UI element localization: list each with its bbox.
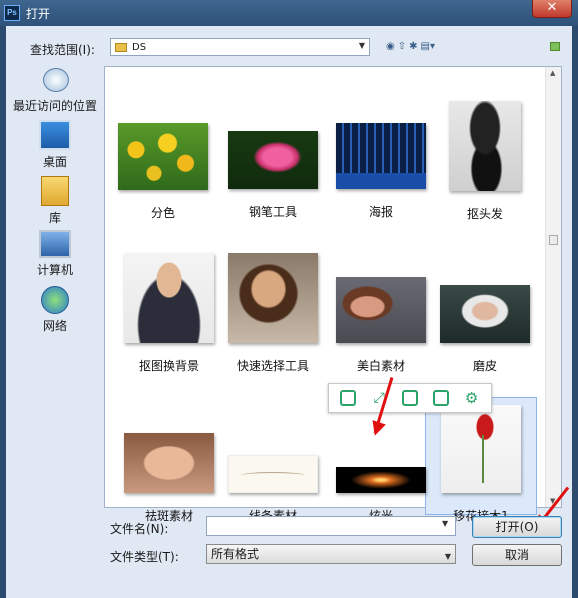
share-icon[interactable] xyxy=(432,390,449,406)
file-tile[interactable]: 祛斑素材 xyxy=(119,433,219,524)
file-name: 快速选择工具 xyxy=(236,359,309,373)
place-label: 最近访问的位置 xyxy=(12,99,97,113)
filetype-label: 文件类型(T): xyxy=(110,550,179,564)
file-tile[interactable]: 线条素材 xyxy=(223,455,323,524)
thumbnail-image xyxy=(228,131,318,189)
file-tile[interactable]: 抠头发 xyxy=(435,101,535,222)
back-icon[interactable]: ◉ xyxy=(386,41,395,52)
chevron-down-icon[interactable]: ▼ xyxy=(359,41,365,50)
thumbnail-image xyxy=(124,253,214,343)
file-name: 抠头发 xyxy=(466,207,503,221)
file-tile[interactable]: 磨皮 xyxy=(435,285,535,374)
network-icon xyxy=(41,286,69,314)
look-in-label: 查找范围(I): xyxy=(30,43,95,57)
scrollbar-thumb[interactable] xyxy=(549,235,558,245)
file-tile[interactable]: 钢笔工具 xyxy=(223,131,323,220)
libraries-icon xyxy=(41,176,69,206)
vertical-scrollbar[interactable]: ▲ ▼ xyxy=(545,67,561,507)
file-tile[interactable]: 分色 xyxy=(113,123,213,221)
file-name: 钢笔工具 xyxy=(248,205,297,219)
view-menu-icon[interactable]: ▤▾ xyxy=(421,41,435,52)
thumbnail-image xyxy=(440,285,530,343)
file-list[interactable]: 分色 钢笔工具 海报 抠头发 抠图换背景 快速选择工具 美白素材 磨皮 祛斑素材… xyxy=(104,66,562,523)
thumbnail-image xyxy=(336,467,426,493)
new-folder-icon[interactable]: ✱ xyxy=(409,41,417,52)
floating-image-toolbar: ⤢ ⚙ xyxy=(328,383,492,413)
new-folder-small-icon[interactable] xyxy=(550,42,560,51)
place-libraries[interactable]: 库 xyxy=(6,176,104,226)
place-label: 计算机 xyxy=(36,263,73,277)
file-tile[interactable]: 美白素材 xyxy=(331,277,431,374)
file-name: 磨皮 xyxy=(472,359,497,373)
place-network[interactable]: 网络 xyxy=(6,286,104,334)
computer-icon xyxy=(39,230,71,258)
open-button[interactable]: 打开(O) xyxy=(472,516,562,538)
filename-row: 文件名(N): ▼ 打开(O) xyxy=(6,516,572,540)
photoshop-app-icon: Ps xyxy=(4,5,20,21)
folder-icon xyxy=(115,42,127,52)
thumbnail-image xyxy=(449,101,521,191)
title-bar: Ps 打开 ✕ xyxy=(0,0,578,26)
filetype-select[interactable]: 所有格式 ▼ xyxy=(206,544,456,564)
thumbnail-image xyxy=(441,405,521,493)
thumbnail-image xyxy=(336,277,426,343)
place-label: 桌面 xyxy=(42,155,67,169)
desktop-icon xyxy=(39,120,71,150)
file-name: 抠图换背景 xyxy=(138,359,199,373)
file-tile[interactable]: 抠图换背景 xyxy=(119,253,219,374)
file-name: 海报 xyxy=(368,205,393,219)
thumbnail-image xyxy=(118,123,208,190)
recent-places-icon xyxy=(39,64,71,94)
place-label: 网络 xyxy=(42,319,67,333)
places-bar: 最近访问的位置 桌面 库 计算机 网络 xyxy=(6,64,104,354)
look-in-combo[interactable]: DS ▼ xyxy=(110,38,370,56)
file-name: 美白素材 xyxy=(356,359,405,373)
file-tile[interactable]: 海报 xyxy=(331,123,431,220)
thumbnail-image xyxy=(228,455,318,493)
thumbnail-image xyxy=(228,253,318,343)
gear-icon[interactable]: ⚙ xyxy=(464,390,480,406)
file-tile[interactable]: 快速选择工具 xyxy=(223,253,323,374)
save-icon[interactable] xyxy=(401,390,418,406)
filetype-value: 所有格式 xyxy=(211,547,260,561)
thumbnail-image xyxy=(124,433,214,493)
cancel-button[interactable]: 取消 xyxy=(472,544,562,566)
chevron-down-icon[interactable]: ▼ xyxy=(445,548,451,566)
look-in-value: DS xyxy=(132,41,147,53)
place-computer[interactable]: 计算机 xyxy=(6,230,104,278)
scroll-up-icon[interactable]: ▲ xyxy=(550,69,555,77)
phone-icon[interactable] xyxy=(340,390,357,406)
close-button[interactable]: ✕ xyxy=(532,0,572,18)
place-recent[interactable]: 最近访问的位置 xyxy=(6,64,104,114)
thumbnail-image xyxy=(336,123,426,189)
window-title: 打开 xyxy=(26,6,51,21)
place-label: 库 xyxy=(48,211,61,225)
file-tile-selected[interactable]: 移花接木1 xyxy=(431,405,531,524)
up-folder-icon[interactable]: ⇧ xyxy=(398,41,406,52)
file-name: 分色 xyxy=(150,206,175,220)
look-in-row: 查找范围(I): DS ▼ ◉ ⇧ ✱ ▤▾ xyxy=(6,36,572,60)
place-desktop[interactable]: 桌面 xyxy=(6,120,104,170)
nav-toolbar: ◉ ⇧ ✱ ▤▾ xyxy=(386,41,435,52)
open-dialog: 查找范围(I): DS ▼ ◉ ⇧ ✱ ▤▾ 最近访问的位置 桌面 库 计算机 … xyxy=(6,26,572,598)
filetype-row: 文件类型(T): 所有格式 ▼ 取消 xyxy=(6,544,572,568)
filename-input[interactable] xyxy=(206,516,456,536)
filename-label: 文件名(N): xyxy=(110,522,169,536)
